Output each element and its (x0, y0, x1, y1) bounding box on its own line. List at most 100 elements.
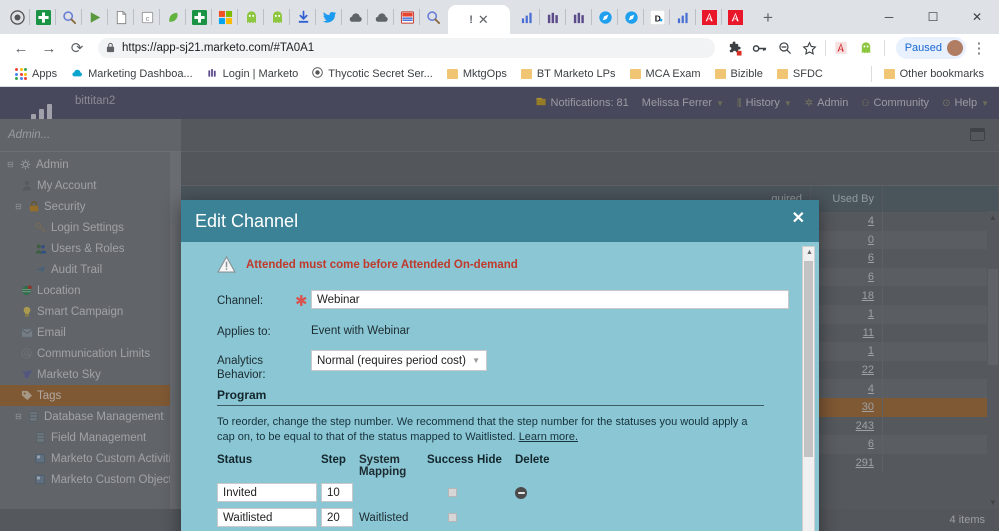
header-success: Success (427, 454, 474, 466)
cloud-icon-2[interactable] (368, 0, 394, 34)
close-window-button[interactable]: ✕ (955, 1, 999, 33)
bookmark-mca-exam[interactable]: MCA Exam (623, 63, 708, 85)
zoom-out-icon[interactable] (773, 35, 797, 61)
browser-menu-icon[interactable]: ⋮ (967, 35, 991, 61)
ghostery-icon-2[interactable] (264, 0, 290, 34)
channel-field-row: Channel: ✱ Webinar (217, 290, 799, 310)
success-checkbox-cell (427, 513, 477, 522)
folder-icon (883, 69, 895, 79)
header-system-mapping: System Mapping (359, 454, 407, 478)
active-browser-tab[interactable]: ! ✕ (448, 5, 510, 34)
svg-text:D: D (654, 13, 660, 23)
bookmark-mktgops[interactable]: MktgOps (440, 63, 514, 85)
url-text: https://app-sj21.marketo.com/#TA0A1 (122, 42, 315, 54)
step-input[interactable]: 20 (321, 508, 353, 527)
marketo-icon-2[interactable] (566, 0, 592, 34)
close-icon[interactable]: ✕ (792, 211, 805, 227)
cloud-icon[interactable] (342, 0, 368, 34)
bookmark-label: BT Marketo LPs (536, 68, 616, 80)
scroll-up-icon[interactable]: ▲ (806, 249, 813, 256)
status-input[interactable]: Invited (217, 483, 317, 502)
address-bar[interactable]: https://app-sj21.marketo.com/#TA0A1 (98, 38, 715, 58)
page-icon[interactable] (108, 0, 134, 34)
warning-banner: Attended must come before Attended On-de… (217, 255, 799, 273)
magnifier-icon-2[interactable] (420, 0, 446, 34)
clipboard-icon[interactable]: c (134, 0, 160, 34)
microsoft-icon[interactable] (212, 0, 238, 34)
chart-bar-icon-2[interactable] (670, 0, 696, 34)
required-star-icon: ✱ (295, 293, 308, 310)
adobe-icon[interactable] (696, 0, 722, 34)
compass-icon[interactable] (592, 0, 618, 34)
bookmark-label: Marketing Dashboa... (88, 68, 193, 80)
status-input[interactable]: Waitlisted (217, 508, 317, 527)
success-checkbox[interactable] (447, 513, 457, 522)
forward-icon[interactable]: → (36, 35, 62, 61)
channel-input[interactable]: Webinar (311, 290, 789, 309)
magnifier-icon[interactable] (56, 0, 82, 34)
bookmark-sfdc[interactable]: SFDC (770, 63, 830, 85)
learn-more-link[interactable]: Learn more. (519, 431, 578, 443)
program-help-text: To reorder, change the step number. We r… (217, 415, 762, 445)
twitter-icon[interactable] (316, 0, 342, 34)
adobe-icon-2[interactable] (722, 0, 748, 34)
dialog-header: Edit Channel ✕ (181, 200, 819, 242)
header-status: Status (217, 454, 253, 466)
bookmark-thycotic[interactable]: Thycotic Secret Ser... (305, 63, 440, 85)
reload-icon[interactable]: ⟳ (64, 35, 90, 61)
bookmark-bizible[interactable]: Bizible (708, 63, 770, 85)
maximize-button[interactable]: ☐ (911, 1, 955, 33)
analytics-behavior-select[interactable]: Normal (requires period cost) ▼ (311, 350, 487, 371)
minimize-button[interactable]: ─ (867, 1, 911, 33)
green-cross-icon[interactable] (30, 0, 56, 34)
applies-to-value: Event with Webinar (311, 325, 410, 337)
scrollbar-thumb[interactable] (804, 261, 813, 457)
tab-close-icon[interactable]: ✕ (478, 12, 489, 28)
screenshot-root: c ! ✕ D + ─ ☐ ✕ ← → ⟳ https://app-sj21.m… (0, 0, 999, 531)
bookmark-star-icon[interactable] (798, 35, 822, 61)
leaf-icon[interactable] (160, 0, 186, 34)
bookmark-login-marketo[interactable]: Login | Marketo (200, 63, 306, 85)
success-checkbox-cell (427, 488, 477, 497)
analytics-behavior-row: Analytics Behavior: Normal (requires per… (217, 350, 799, 382)
bookmark-label: Apps (32, 68, 58, 80)
ghostery-icon[interactable] (238, 0, 264, 34)
success-checkbox[interactable] (447, 488, 457, 497)
password-key-icon[interactable] (748, 35, 772, 61)
dialog-scrollbar[interactable]: ▲ ▼ (802, 246, 815, 531)
window-controls: ─ ☐ ✕ (867, 0, 999, 34)
step-input[interactable]: 10 (321, 483, 353, 502)
adobe-acrobat-icon[interactable] (829, 35, 853, 61)
header-delete: Delete (515, 454, 550, 466)
profile-chip[interactable]: Paused (895, 37, 966, 59)
dun-bradstreet-icon[interactable]: D (644, 0, 670, 34)
green-cross-icon-2[interactable] (186, 0, 212, 34)
edit-channel-dialog: Edit Channel ✕ Attended must come before… (181, 200, 819, 531)
ghostery-icon[interactable] (854, 35, 878, 61)
play-icon[interactable] (82, 0, 108, 34)
divider (870, 66, 872, 82)
download-icon[interactable] (290, 0, 316, 34)
divider (824, 40, 826, 56)
chevron-down-icon[interactable]: ▼ (472, 356, 480, 365)
compass-icon-2[interactable] (618, 0, 644, 34)
martech-icon[interactable] (394, 0, 420, 34)
bookmarks-bar-right: Other bookmarks (866, 63, 991, 85)
marketo-icon[interactable] (540, 0, 566, 34)
privacy-badger-icon[interactable] (4, 0, 30, 34)
chart-bar-icon[interactable] (514, 0, 540, 34)
extension-icon-row: c (0, 0, 446, 34)
thycotic-icon (312, 67, 324, 81)
bookmark-apps[interactable]: Apps (8, 63, 64, 85)
extensions-icon[interactable] (723, 35, 747, 61)
new-tab-button[interactable]: + (754, 4, 782, 32)
bookmark-other-bookmarks[interactable]: Other bookmarks (877, 63, 991, 85)
bookmark-bt-marketo-lps[interactable]: BT Marketo LPs (514, 63, 623, 85)
analytics-behavior-label: Analytics Behavior: (217, 350, 295, 382)
bookmark-marketing-dashboard[interactable]: Marketing Dashboa... (64, 63, 200, 85)
browser-navbar: ← → ⟳ https://app-sj21.marketo.com/#TA0A… (0, 34, 999, 62)
delete-minus-icon[interactable] (515, 486, 527, 499)
svg-text:c: c (145, 13, 149, 22)
dialog-body: Attended must come before Attended On-de… (181, 242, 819, 531)
back-icon[interactable]: ← (8, 35, 34, 61)
